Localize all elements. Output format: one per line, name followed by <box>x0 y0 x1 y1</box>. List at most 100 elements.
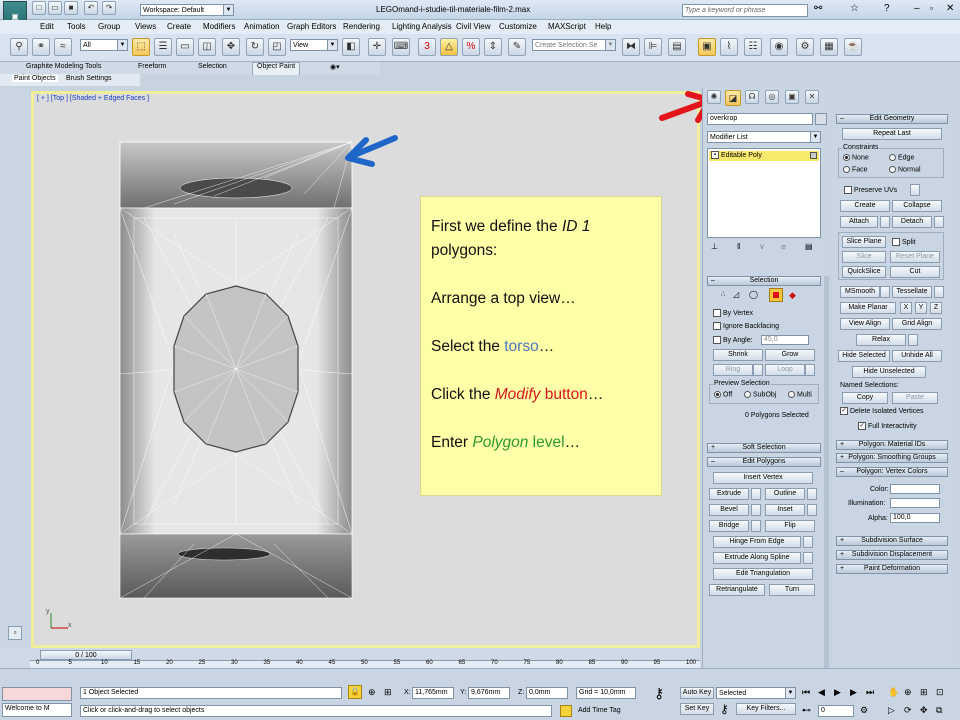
edit-polygons-rollout-header[interactable]: – Edit Polygons <box>707 457 821 467</box>
stack-item-editable-poly[interactable]: ▪ Editable Poly <box>709 151 819 161</box>
rectangular-selection-icon[interactable]: ▭ <box>176 38 194 56</box>
preserve-uvs-settings-icon[interactable] <box>910 184 920 196</box>
hide-unselected-button[interactable]: Hide Unselected <box>852 366 926 378</box>
grow-button[interactable]: Grow <box>765 349 815 361</box>
stack-item-light-icon[interactable] <box>810 152 817 159</box>
loop-button[interactable]: Loop <box>765 364 805 376</box>
subdivision-surface-rollout-header[interactable]: + Subdivision Surface <box>836 536 948 546</box>
material-editor-icon[interactable]: ◉ <box>770 38 788 56</box>
vertex-color-swatch[interactable] <box>890 484 940 494</box>
turn-button[interactable]: Turn <box>769 584 815 596</box>
subtab-brush-settings[interactable]: Brush Settings <box>66 75 112 82</box>
menu-group[interactable]: Group <box>98 22 120 31</box>
ribbon-options-icon[interactable]: ◉▾ <box>330 63 340 71</box>
zoom-all-icon[interactable]: ⊞ <box>920 687 928 698</box>
make-planar-button[interactable]: Make Planar <box>840 302 896 314</box>
command-panel-scrollbar[interactable] <box>824 276 829 674</box>
align-icon[interactable]: ⊫ <box>644 38 662 56</box>
preserve-uvs-checkbox[interactable]: Preserve UVs <box>844 186 897 194</box>
viewport-navigator-icon[interactable]: ▫ <box>8 626 22 640</box>
hinge-from-edge-button[interactable]: Hinge From Edge <box>713 536 801 548</box>
set-key-button[interactable]: Set Key <box>680 703 714 715</box>
ring-spinner[interactable] <box>753 364 763 376</box>
orbit-icon[interactable]: ⟳ <box>904 705 912 716</box>
selection-rollout-header[interactable]: – Selection <box>707 276 821 286</box>
next-frame-icon[interactable]: ▶ <box>850 687 857 698</box>
loop-spinner[interactable] <box>805 364 815 376</box>
hinge-settings-icon[interactable] <box>803 536 813 548</box>
tab-object-paint[interactable]: Object Paint <box>252 62 301 75</box>
tab-graphite-modeling-tools[interactable]: Graphite Modeling Tools <box>26 63 101 70</box>
flip-button[interactable]: Flip <box>765 520 815 532</box>
constraint-normal-radio[interactable]: Normal <box>889 166 921 173</box>
repeat-last-button[interactable]: Repeat Last <box>842 128 942 140</box>
transform-type-in-icon[interactable]: ⊞ <box>384 687 392 698</box>
curve-editor-icon[interactable]: ⌇ <box>720 38 738 56</box>
collapse-button[interactable]: Collapse <box>892 200 942 212</box>
planar-y-button[interactable]: Y <box>915 302 927 314</box>
cut-button[interactable]: Cut <box>890 266 940 278</box>
element-level-icon[interactable]: ◆ <box>789 290 796 301</box>
attach-settings-icon[interactable] <box>880 216 890 228</box>
add-time-tag-label[interactable]: Add Time Tag <box>578 707 621 714</box>
time-configuration-icon[interactable]: ⚙ <box>860 705 868 716</box>
manipulate-icon[interactable]: ✛ <box>368 38 386 56</box>
tab-selection[interactable]: Selection <box>198 63 227 70</box>
ring-button[interactable]: Ring <box>713 364 753 376</box>
detach-settings-icon[interactable] <box>934 216 944 228</box>
constraint-face-radio[interactable]: Face <box>843 166 868 173</box>
key-icon[interactable]: ⚷ <box>654 685 664 702</box>
shrink-button[interactable]: Shrink <box>713 349 763 361</box>
illumination-swatch[interactable] <box>890 498 940 508</box>
paint-deformation-rollout-header[interactable]: + Paint Deformation <box>836 564 948 574</box>
insert-vertex-button[interactable]: Insert Vertex <box>713 472 813 484</box>
workspace-dropdown[interactable]: Workspace: Default ▼ <box>140 4 234 16</box>
split-checkbox[interactable]: Split <box>892 238 916 246</box>
subdivision-displacement-rollout-header[interactable]: + Subdivision Displacement <box>836 550 948 560</box>
x-coordinate-field[interactable]: 11,765mm <box>412 687 454 699</box>
relax-button[interactable]: Relax <box>856 334 906 346</box>
msmooth-settings-icon[interactable] <box>880 286 890 298</box>
make-unique-icon[interactable]: ∨ <box>759 242 765 251</box>
snaps-toggle-icon[interactable]: 3 <box>418 38 436 56</box>
add-time-tag-icon[interactable] <box>560 705 572 717</box>
remove-modifier-icon[interactable]: ⌀ <box>781 242 786 251</box>
menu-civil-view[interactable]: Civil View <box>456 22 491 31</box>
zoom-icon[interactable]: ⊕ <box>904 687 912 698</box>
outline-button[interactable]: Outline <box>765 488 805 500</box>
zoom-extents-icon[interactable]: ⊡ <box>936 687 944 698</box>
slice-plane-button[interactable]: Slice Plane <box>842 236 886 248</box>
absolute-mode-icon[interactable]: ⊕ <box>368 687 376 698</box>
vertex-level-icon[interactable]: ∴ <box>721 290 725 298</box>
grid-align-button[interactable]: Grid Align <box>892 318 942 330</box>
edit-geometry-rollout-header[interactable]: – Edit Geometry <box>836 114 948 124</box>
reference-coordinate-dropdown[interactable]: View ▼ <box>290 39 338 51</box>
quickslice-button[interactable]: QuickSlice <box>842 266 886 278</box>
search-input[interactable]: Type a keyword or phrase <box>682 4 808 17</box>
tessellate-button[interactable]: Tessellate <box>892 286 932 298</box>
copy-button[interactable]: Copy <box>842 392 888 404</box>
auto-key-button[interactable]: Auto Key <box>680 687 714 699</box>
binoculars-icon[interactable]: ⚯ <box>814 3 822 14</box>
menu-graph-editors[interactable]: Graph Editors <box>287 22 336 31</box>
spinner-snap-icon[interactable]: ⇕ <box>484 38 502 56</box>
extrude-spline-settings-icon[interactable] <box>803 552 813 564</box>
keyboard-shortcut-icon[interactable]: ⌨ <box>392 38 410 56</box>
preview-off-radio[interactable]: Off <box>714 391 732 398</box>
planar-z-button[interactable]: Z <box>930 302 942 314</box>
menu-tools[interactable]: Tools <box>67 22 86 31</box>
hide-selected-button[interactable]: Hide Selected <box>838 350 890 362</box>
maxscript-listener-top[interactable] <box>2 687 72 701</box>
menu-customize[interactable]: Customize <box>499 22 537 31</box>
field-of-view-icon[interactable]: ▷ <box>888 705 895 716</box>
menu-views[interactable]: Views <box>135 22 156 31</box>
relax-settings-icon[interactable] <box>908 334 918 346</box>
unlink-icon[interactable]: ⚭ <box>32 38 50 56</box>
percent-snap-icon[interactable]: % <box>462 38 480 56</box>
delete-isolated-vertices-checkbox[interactable]: ✓ Delete Isolated Vertices <box>840 407 924 415</box>
go-to-end-icon[interactable]: ⏭ <box>866 687 874 698</box>
current-frame-field[interactable]: 0 <box>818 705 854 717</box>
outline-settings-icon[interactable] <box>807 488 817 500</box>
new-file-icon[interactable]: □ <box>32 1 46 15</box>
object-name-field[interactable]: overkrop <box>707 113 813 125</box>
